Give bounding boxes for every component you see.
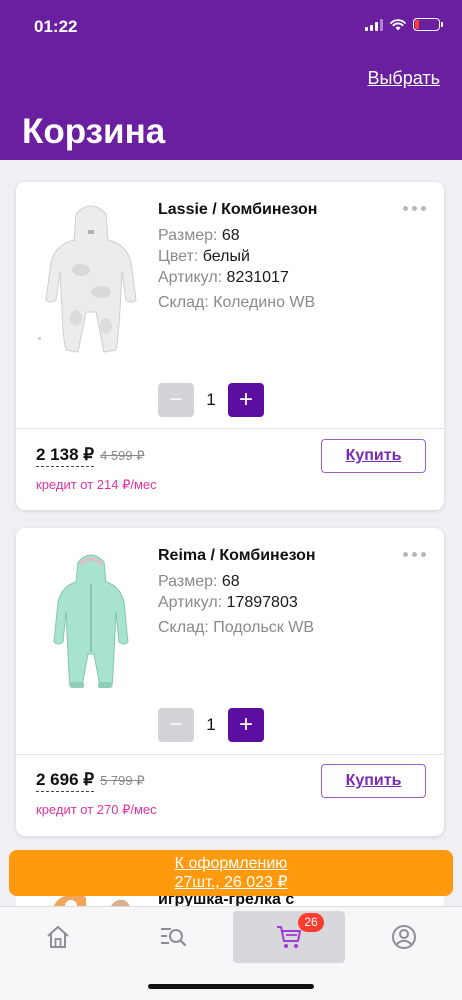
quantity-value: 1 [206, 715, 216, 734]
color-row: Цвет: белый [158, 248, 250, 265]
home-indicator [148, 984, 314, 989]
checkout-summary: 27шт., 26 023 ₽ [174, 874, 288, 891]
product-name[interactable]: Lassie / Комбинезон [158, 201, 404, 219]
old-price: 4 599 ₽ [100, 448, 145, 463]
product-image[interactable]: Ⅲ [36, 200, 146, 360]
size-row: Размер: 68 [158, 573, 240, 590]
credit-offer[interactable]: кредит от 270 ₽/мес [36, 802, 157, 818]
current-price[interactable]: 2 138 ₽ [36, 445, 95, 467]
status-icons [365, 18, 443, 31]
select-button[interactable]: Выбрать [367, 68, 440, 89]
wifi-icon [390, 19, 406, 31]
article-row: Артикул: 17897803 [158, 594, 298, 611]
tab-bar: 26 [0, 906, 462, 1000]
svg-text:Ⅲ: Ⅲ [38, 336, 41, 341]
cart-item-card: Reima / Комбинезон Размер: 68 Артикул: 1… [16, 528, 444, 836]
increase-quantity-button[interactable]: + [228, 383, 264, 417]
divider [16, 754, 444, 755]
price-block: 2 138 ₽ 4 599 ₽ кредит от 214 ₽/мес [36, 445, 157, 493]
quantity-value: 1 [206, 390, 216, 409]
product-info: Lassie / Комбинезон Размер: 68 Цвет: бел… [158, 201, 404, 313]
catalog-search-icon [161, 928, 187, 947]
price-block: 2 696 ₽ 5 799 ₽ кредит от 270 ₽/мес [36, 770, 157, 818]
battery-icon [413, 18, 443, 31]
current-price[interactable]: 2 696 ₽ [36, 770, 95, 792]
checkout-label: К оформлению [174, 855, 288, 872]
product-image[interactable] [36, 546, 146, 706]
checkout-button[interactable]: К оформлению 27шт., 26 023 ₽ [9, 850, 453, 896]
buy-button[interactable]: Купить [321, 764, 426, 798]
tab-profile[interactable] [348, 911, 460, 963]
cart-item-card: Ⅲ Lassie / Комбинезон Размер: 68 Цвет: б… [16, 182, 444, 510]
home-icon [47, 926, 69, 948]
status-time: 01:22 [34, 17, 78, 36]
page-title: Корзина [22, 112, 166, 151]
more-options-icon[interactable] [403, 552, 426, 557]
old-price: 5 799 ₽ [100, 773, 145, 788]
buy-button[interactable]: Купить [321, 439, 426, 473]
product-name[interactable]: Reima / Комбинезон [158, 547, 404, 565]
tab-home[interactable] [2, 911, 114, 963]
increase-quantity-button[interactable]: + [228, 708, 264, 742]
warehouse-row: Склад: Подольск WB [158, 619, 315, 636]
cart-count-badge: 26 [298, 913, 324, 932]
size-row: Размер: 68 [158, 227, 240, 244]
decrease-quantity-button[interactable]: − [158, 383, 194, 417]
signal-icon [365, 18, 383, 31]
more-options-icon[interactable] [403, 206, 426, 211]
header: 01:22 Выбрать Корзина [0, 0, 462, 160]
profile-icon [392, 925, 416, 949]
decrease-quantity-button[interactable]: − [158, 708, 194, 742]
product-info: Reima / Комбинезон Размер: 68 Артикул: 1… [158, 547, 404, 638]
tab-cart[interactable]: 26 [233, 911, 345, 963]
tab-catalog[interactable] [117, 911, 229, 963]
quantity-stepper: − 1 + [158, 383, 264, 417]
article-row: Артикул: 8231017 [158, 269, 289, 286]
credit-offer[interactable]: кредит от 214 ₽/мес [36, 477, 157, 493]
quantity-stepper: − 1 + [158, 708, 264, 742]
divider [16, 428, 444, 429]
warehouse-row: Склад: Коледино WB [158, 294, 316, 311]
